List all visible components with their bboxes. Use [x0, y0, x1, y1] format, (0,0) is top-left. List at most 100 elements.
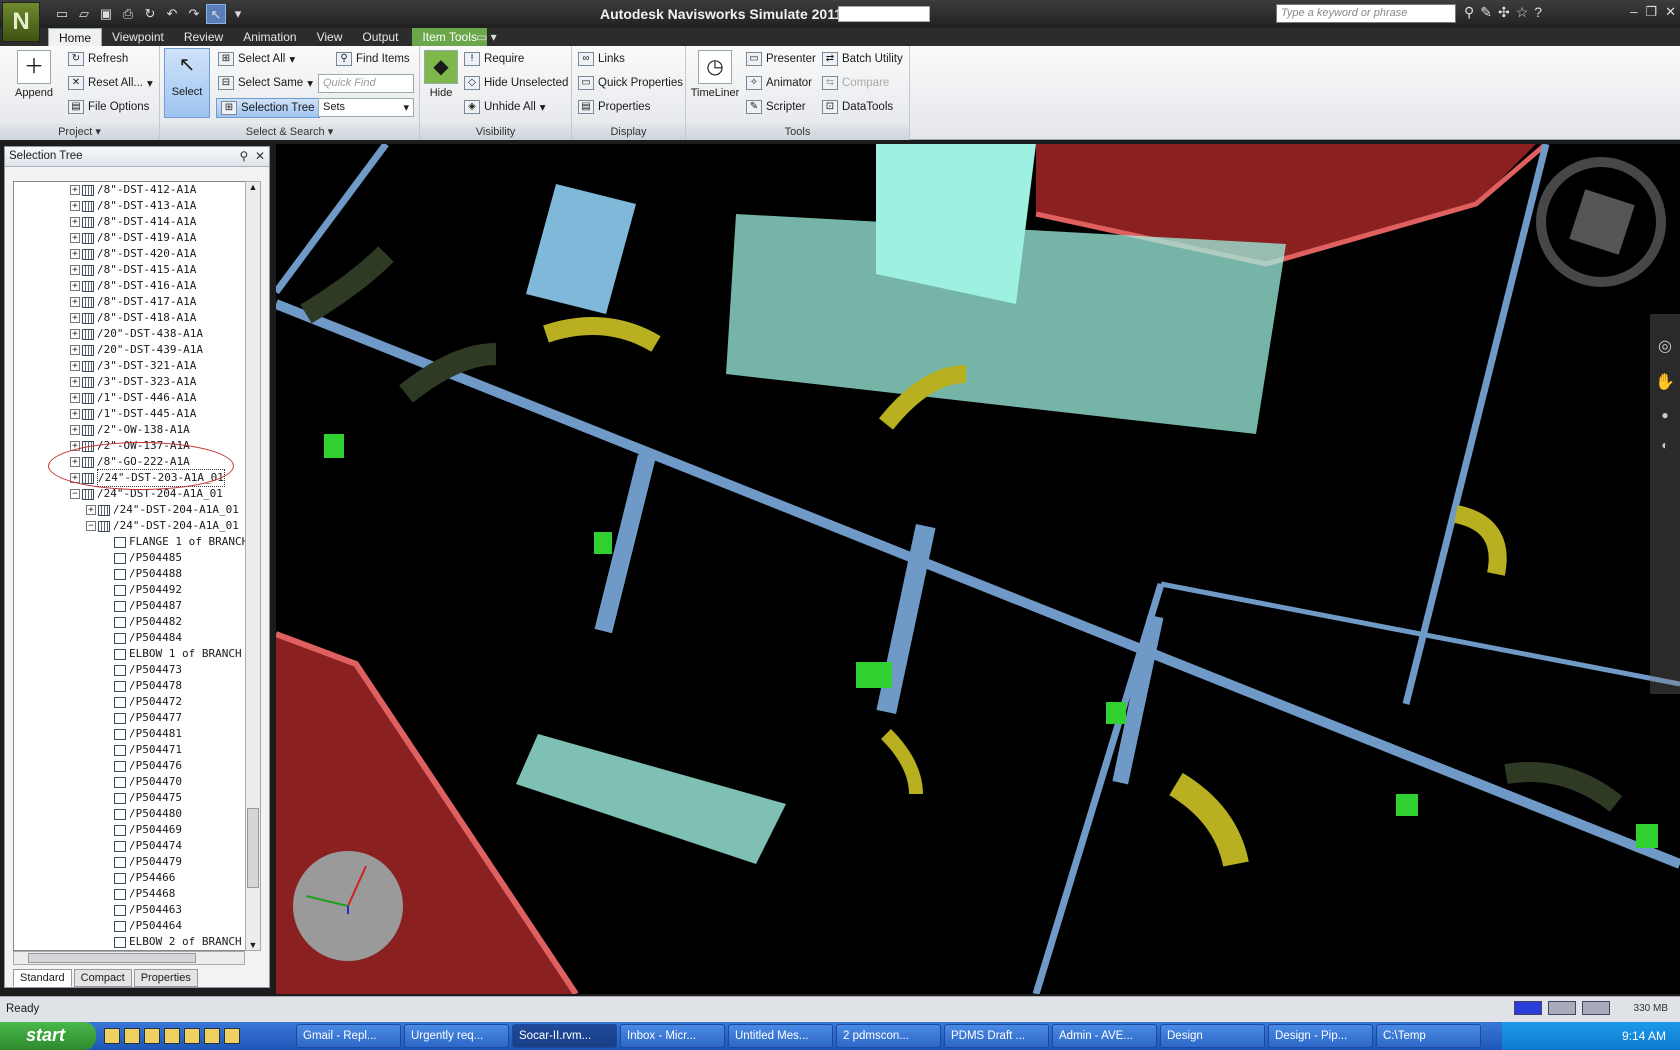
tree-item[interactable]: /P504480: [14, 806, 250, 822]
tree-item[interactable]: + /8"-DST-416-A1A: [14, 278, 250, 294]
scroll-thumb[interactable]: [247, 808, 259, 888]
unhide-all-button[interactable]: ◈ Unhide All ▾: [464, 100, 546, 114]
datatools-button[interactable]: ⊡ DataTools: [822, 100, 893, 114]
collapse-icon[interactable]: −: [70, 489, 80, 499]
tree-item[interactable]: /P504471: [14, 742, 250, 758]
app-logo[interactable]: N: [2, 2, 40, 42]
tree-item[interactable]: /P54466: [14, 870, 250, 886]
tree-item[interactable]: /P504492: [14, 582, 250, 598]
reset-all-button[interactable]: ✕ Reset All... ▾: [68, 76, 153, 90]
start-button[interactable]: start: [0, 1022, 96, 1050]
tree-item[interactable]: /P504464: [14, 918, 250, 934]
undo-icon[interactable]: ↶: [162, 4, 182, 24]
tab-view[interactable]: View: [307, 28, 353, 46]
tree-item[interactable]: /P504479: [14, 854, 250, 870]
tree-item[interactable]: + /2"-OW-138-A1A: [14, 422, 250, 438]
expand-icon[interactable]: +: [70, 345, 80, 355]
timeliner-button[interactable]: ◷ TimeLiner: [690, 50, 740, 99]
chevron-down-icon[interactable]: ▾: [228, 4, 248, 24]
tree-item[interactable]: + /8"-DST-413-A1A: [14, 198, 250, 214]
navigation-bar[interactable]: ◎ ✋ ● ◐: [1650, 314, 1680, 694]
tree-item[interactable]: + /20"-DST-439-A1A: [14, 342, 250, 358]
binoculars-icon[interactable]: ⚲: [1464, 4, 1474, 21]
close-icon[interactable]: ✕: [255, 149, 265, 163]
taskbar-button[interactable]: PDMS Draft ...: [944, 1024, 1049, 1048]
links-button[interactable]: ∞ Links: [578, 52, 625, 66]
tree-item[interactable]: /P504487: [14, 598, 250, 614]
ribbon-options-icon[interactable]: ▭ ▾: [476, 30, 497, 44]
tree-item[interactable]: /P504469: [14, 822, 250, 838]
taskbar-button[interactable]: Urgently req...: [404, 1024, 509, 1048]
tree-item[interactable]: /P504473: [14, 662, 250, 678]
select-all-button[interactable]: ⊞ Select All ▾: [218, 52, 295, 66]
animator-button[interactable]: ✧ Animator: [746, 76, 812, 90]
title-input[interactable]: [838, 6, 930, 22]
project-panel-label[interactable]: Project ▾: [0, 124, 159, 140]
quickbooks-icon[interactable]: [184, 1028, 200, 1044]
properties-button[interactable]: ▤ Properties: [578, 100, 650, 114]
expand-icon[interactable]: +: [70, 393, 80, 403]
find-items-button[interactable]: ⚲ Find Items: [336, 52, 410, 66]
refresh-button[interactable]: ↻ Refresh: [68, 52, 128, 66]
select-button[interactable]: ↖ Select: [164, 48, 210, 118]
expand-icon[interactable]: +: [70, 361, 80, 371]
pan-icon[interactable]: ✋: [1650, 372, 1680, 392]
tree-item[interactable]: /P504476: [14, 758, 250, 774]
hide-unselected-button[interactable]: ◇ Hide Unselected: [464, 76, 568, 90]
compare-button[interactable]: ⇆ Compare: [822, 76, 889, 90]
taskbar-button[interactable]: Untitled Mes...: [728, 1024, 833, 1048]
tab-animation[interactable]: Animation: [233, 28, 306, 46]
redo-icon[interactable]: ↷: [184, 4, 204, 24]
taskbar-button[interactable]: C:\Temp: [1376, 1024, 1481, 1048]
open-file-icon[interactable]: ▱: [74, 4, 94, 24]
expand-icon[interactable]: +: [70, 409, 80, 419]
star-icon[interactable]: ☆: [1516, 4, 1529, 21]
presenter-button[interactable]: ▭ Presenter: [746, 52, 816, 66]
tree-vertical-scrollbar[interactable]: ▲ ▼: [245, 181, 261, 951]
save-icon[interactable]: ▣: [96, 4, 116, 24]
tree-item[interactable]: + /8"-DST-412-A1A: [14, 182, 250, 198]
scripter-button[interactable]: ✎ Scripter: [746, 100, 806, 114]
tree-item[interactable]: /P504475: [14, 790, 250, 806]
tab-compact[interactable]: Compact: [73, 969, 132, 987]
refresh-icon[interactable]: ↻: [140, 4, 160, 24]
require-button[interactable]: ! Require: [464, 52, 524, 66]
expand-icon[interactable]: +: [70, 265, 80, 275]
minimize-icon[interactable]: –: [1630, 4, 1637, 20]
satellite-icon[interactable]: ✣: [1498, 4, 1510, 21]
selection-tree-button[interactable]: ⊞ Selection Tree: [216, 98, 320, 118]
desktop-icon[interactable]: [104, 1028, 120, 1044]
tree-item[interactable]: + /20"-DST-438-A1A: [14, 326, 250, 342]
tree-item[interactable]: /P504481: [14, 726, 250, 742]
select-same-button[interactable]: ⊟ Select Same ▾: [218, 76, 313, 90]
tree-item[interactable]: − /24"-DST-204-A1A_01: [14, 518, 250, 534]
expand-icon[interactable]: +: [86, 505, 96, 515]
quick-properties-button[interactable]: ▭ Quick Properties: [578, 76, 683, 90]
excel-icon[interactable]: [144, 1028, 160, 1044]
expand-icon[interactable]: +: [70, 281, 80, 291]
expand-icon[interactable]: +: [70, 377, 80, 387]
close-icon[interactable]: ✕: [1665, 4, 1676, 20]
tree-item[interactable]: /P504482: [14, 614, 250, 630]
onenote-icon[interactable]: [164, 1028, 180, 1044]
select-cursor-icon[interactable]: ↖: [206, 4, 226, 24]
taskbar-button[interactable]: Gmail - Repl...: [296, 1024, 401, 1048]
new-file-icon[interactable]: ▭: [52, 4, 72, 24]
expand-icon[interactable]: +: [70, 425, 80, 435]
tree-item[interactable]: /P504474: [14, 838, 250, 854]
tree-item[interactable]: ELBOW 2 of BRANCH: [14, 934, 250, 950]
app-icon[interactable]: [204, 1028, 220, 1044]
orbit-icon[interactable]: ◐: [1650, 438, 1680, 452]
tree-item[interactable]: /P504488: [14, 566, 250, 582]
outlook-icon[interactable]: [124, 1028, 140, 1044]
tab-properties[interactable]: Properties: [133, 969, 198, 987]
tree-item[interactable]: + /3"-DST-321-A1A: [14, 358, 250, 374]
tree-item[interactable]: /P504470: [14, 774, 250, 790]
taskbar-button[interactable]: Admin - AVE...: [1052, 1024, 1157, 1048]
restore-icon[interactable]: ❐: [1645, 4, 1657, 20]
3d-viewport[interactable]: ◎ ✋ ● ◐: [276, 144, 1680, 994]
expand-icon[interactable]: +: [70, 329, 80, 339]
taskbar-button[interactable]: 2 pdmscon...: [836, 1024, 941, 1048]
scroll-down-icon[interactable]: ▼: [246, 940, 260, 950]
pin-icon[interactable]: ⚲: [239, 149, 248, 163]
